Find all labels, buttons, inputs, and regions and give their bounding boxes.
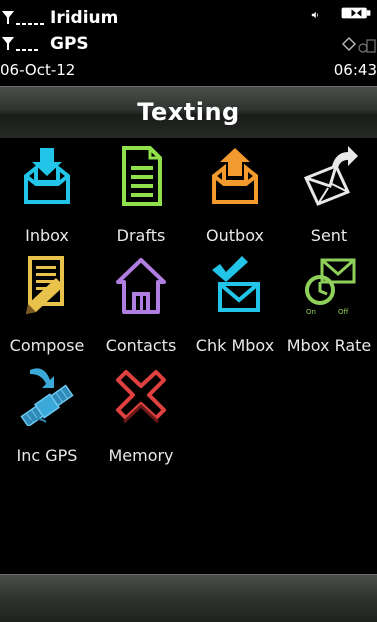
menu-item-check-mailbox[interactable]: Chk Mbox [188,248,282,358]
status-date: 06-Oct-12 [0,61,76,79]
contacts-icon [116,258,166,314]
status-bar: Iridium GPS 06-Oct-12 06:43 [0,0,377,86]
memory-delete-icon [116,370,166,424]
menu-item-label: Inc GPS [16,446,78,465]
menu-item-inbox[interactable]: Inbox [0,138,94,248]
menu-item-contacts[interactable]: Contacts [94,248,188,358]
menu-item-label: Chk Mbox [195,336,275,355]
menu-item-label: Sent [310,226,348,245]
compose-icon [26,256,64,314]
outbox-icon [212,148,258,204]
bottom-bar [0,574,377,622]
battery-icon [341,7,371,19]
signal-bars-icon [2,37,38,51]
menu-item-mailbox-rate[interactable]: On Off Mbox Rate [282,248,376,358]
menu-item-inc-gps[interactable]: Inc GPS [0,358,94,468]
menu-item-label: Outbox [206,226,264,245]
menu-item-label: Inbox [25,226,69,245]
menu-item-memory[interactable]: Memory [94,358,188,468]
page-title: Texting [137,98,240,126]
sent-icon [303,146,358,206]
menu-item-label: Compose [9,336,85,355]
satellite-icon [20,368,74,426]
inbox-icon [24,148,70,204]
title-bar: Texting [0,86,377,138]
svg-text:Off: Off [338,308,349,316]
menu-item-compose[interactable]: Compose [0,248,94,358]
menu-item-label: Drafts [116,226,166,245]
gps-satellite-icon [342,37,376,53]
signal-bars-icon [2,11,44,25]
svg-text:On: On [306,308,316,316]
menu-item-label: Memory [108,446,174,465]
menu-item-label: Mbox Rate [286,336,372,355]
menu-item-outbox[interactable]: Outbox [188,138,282,248]
status-time: 06:43 [333,61,377,79]
speaker-icon [311,11,318,19]
menu-item-sent[interactable]: Sent [282,138,376,248]
drafts-icon [122,146,162,206]
mailbox-rate-icon: On Off [305,258,356,316]
network-label-iridium: Iridium [50,8,119,28]
menu-item-label: Contacts [105,336,177,355]
app-grid: Inbox Drafts Outbox Sent Compose Contact… [0,138,377,578]
network-label-gps: GPS [50,34,89,54]
check-mailbox-icon [212,256,260,312]
menu-item-drafts[interactable]: Drafts [94,138,188,248]
